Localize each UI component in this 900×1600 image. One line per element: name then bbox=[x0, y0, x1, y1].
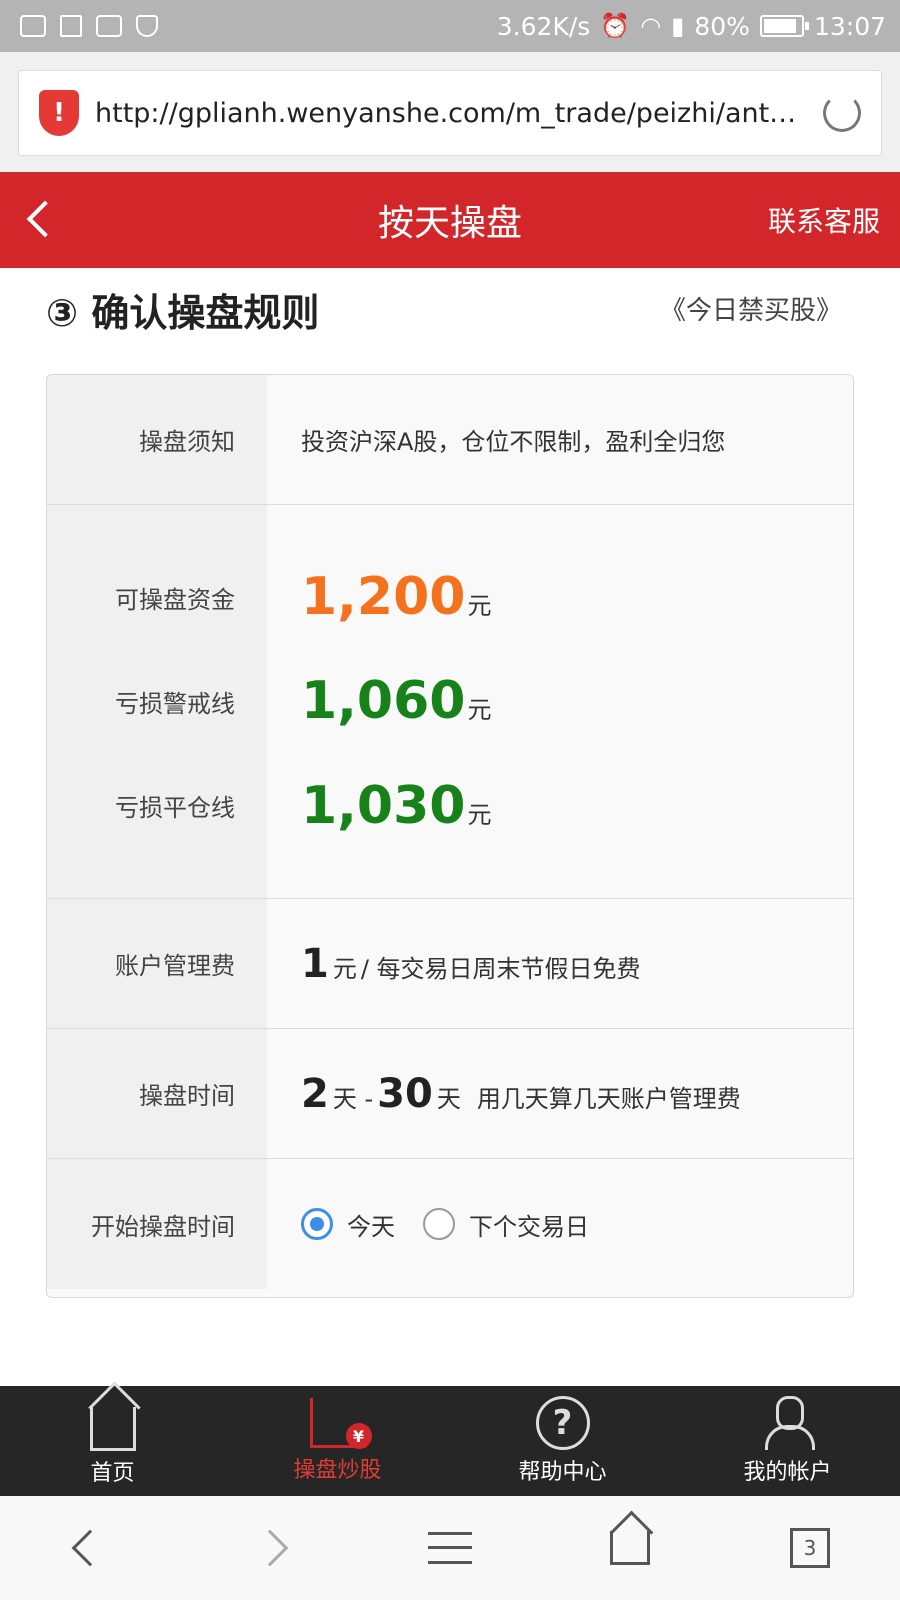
contact-service-link[interactable]: 联系客服 bbox=[768, 200, 880, 240]
help-icon: ? bbox=[535, 1396, 590, 1450]
alarm-icon: ⏰ bbox=[600, 12, 631, 40]
liquidation-line-label: 亏损平仓线 bbox=[115, 794, 235, 823]
fee-description: / 每交易日周末节假日免费 bbox=[360, 954, 641, 983]
back-button[interactable] bbox=[60, 1518, 120, 1578]
chevron-left-icon bbox=[71, 1529, 109, 1567]
browser-nav-bar: 3 bbox=[0, 1496, 900, 1600]
row-label: 开始操盘时间 bbox=[47, 1159, 267, 1289]
table-row: 操盘时间 2 天 - 30 天 用几天算几天账户管理费 bbox=[47, 1029, 853, 1159]
tab-count: 3 bbox=[790, 1528, 830, 1568]
trash-icon bbox=[60, 15, 82, 37]
home-icon bbox=[610, 1531, 650, 1565]
warning-line-value: 1,060 bbox=[301, 671, 466, 732]
shield-icon bbox=[136, 15, 158, 37]
table-row: 可操盘资金 亏损警戒线 亏损平仓线 1,200 元 1,060 元 1,030 … bbox=[47, 505, 853, 899]
row-value: 今天 下个交易日 bbox=[267, 1159, 853, 1289]
bottom-tab-bar: 首页 操盘炒股 ? 帮助中心 我的帐户 bbox=[0, 1386, 900, 1496]
warning-line-label: 亏损警戒线 bbox=[115, 689, 235, 718]
unit-label: 元 bbox=[467, 592, 492, 621]
reload-icon[interactable] bbox=[823, 94, 861, 132]
notification-icons bbox=[20, 15, 158, 37]
battery-percent: 80% bbox=[694, 11, 750, 41]
banned-stocks-link[interactable]: 《今日禁买股》 bbox=[660, 290, 842, 327]
user-icon bbox=[763, 1396, 815, 1450]
status-bar: 3.62K/s ⏰ ◠ ▮ 80% 13:07 bbox=[0, 0, 900, 52]
period-max: 30 bbox=[377, 1070, 433, 1117]
funds-label: 可操盘资金 bbox=[115, 585, 235, 614]
home-button[interactable] bbox=[600, 1518, 660, 1578]
forward-button[interactable] bbox=[240, 1518, 300, 1578]
radio-next-trading-day[interactable] bbox=[423, 1208, 455, 1240]
image-icon bbox=[96, 15, 122, 37]
menu-button[interactable] bbox=[420, 1518, 480, 1578]
liquidation-line-value: 1,030 bbox=[301, 775, 466, 836]
menu-icon bbox=[428, 1532, 472, 1564]
radio-today-label[interactable]: 今天 bbox=[347, 1207, 395, 1242]
page-title: 按天操盘 bbox=[377, 203, 522, 244]
fee-value: 1 bbox=[301, 940, 329, 987]
wifi-icon: ◠ bbox=[640, 12, 662, 40]
period-separator: 天 - bbox=[332, 1084, 374, 1113]
tab-account[interactable]: 我的帐户 bbox=[675, 1386, 900, 1496]
period-unit: 天 bbox=[436, 1084, 461, 1113]
security-warning-icon[interactable]: ! bbox=[39, 90, 79, 136]
row-value: 投资沪深A股，仓位不限制，盈利全归您 bbox=[267, 375, 853, 504]
row-values: 1,200 元 1,060 元 1,030 元 bbox=[267, 505, 853, 898]
liquidation-value-line: 1,030 元 bbox=[301, 776, 853, 836]
tab-label: 帮助中心 bbox=[518, 1460, 607, 1485]
tab-label: 首页 bbox=[90, 1461, 135, 1486]
row-value: 2 天 - 30 天 用几天算几天账户管理费 bbox=[267, 1029, 853, 1158]
tab-label: 我的帐户 bbox=[743, 1460, 832, 1485]
trade-chart-icon bbox=[309, 1398, 372, 1449]
start-time-options: 今天 下个交易日 bbox=[301, 1207, 853, 1242]
back-arrow-icon[interactable] bbox=[22, 200, 58, 240]
table-row: 操盘须知 投资沪深A股，仓位不限制，盈利全归您 bbox=[47, 375, 853, 505]
table-row: 开始操盘时间 今天 下个交易日 bbox=[47, 1159, 853, 1289]
signal-icon: ▮ bbox=[671, 12, 685, 40]
system-indicators: 3.62K/s ⏰ ◠ ▮ 80% 13:07 bbox=[497, 12, 886, 41]
battery-icon bbox=[759, 15, 809, 37]
period-min: 2 bbox=[301, 1070, 329, 1117]
row-label: 操盘时间 bbox=[47, 1029, 267, 1158]
network-speed: 3.62K/s bbox=[496, 11, 591, 41]
row-value: 1 元 / 每交易日周末节假日免费 bbox=[267, 899, 853, 1028]
tabs-button[interactable]: 3 bbox=[780, 1518, 840, 1578]
row-label: 账户管理费 bbox=[47, 899, 267, 1028]
url-text[interactable]: http://gplianh.wenyanshe.com/m_trade/pei… bbox=[95, 98, 807, 129]
chevron-right-icon bbox=[251, 1529, 289, 1567]
home-icon bbox=[89, 1407, 136, 1451]
page-header: 按天操盘 联系客服 bbox=[0, 172, 900, 268]
tab-help[interactable]: ? 帮助中心 bbox=[450, 1386, 675, 1496]
tab-home[interactable]: 首页 bbox=[0, 1386, 225, 1496]
radio-today[interactable] bbox=[301, 1208, 333, 1240]
rules-table: 操盘须知 投资沪深A股，仓位不限制，盈利全归您 可操盘资金 亏损警戒线 亏损平仓… bbox=[46, 374, 854, 1298]
period-description: 用几天算几天账户管理费 bbox=[476, 1084, 741, 1113]
address-bar[interactable]: ! http://gplianh.wenyanshe.com/m_trade/p… bbox=[18, 70, 882, 156]
table-row: 账户管理费 1 元 / 每交易日周末节假日免费 bbox=[47, 899, 853, 1029]
browser-toolbar: ! http://gplianh.wenyanshe.com/m_trade/p… bbox=[0, 52, 900, 172]
warning-value-line: 1,060 元 bbox=[301, 671, 853, 731]
unit-label: 元 bbox=[332, 954, 357, 983]
radio-next-trading-day-label[interactable]: 下个交易日 bbox=[469, 1207, 589, 1242]
row-label: 操盘须知 bbox=[47, 375, 267, 504]
tab-trade[interactable]: 操盘炒股 bbox=[225, 1386, 450, 1496]
unit-label: 元 bbox=[467, 696, 492, 725]
section-title: ③ 确认操盘规则 bbox=[46, 291, 320, 335]
funds-value-line: 1,200 元 bbox=[301, 567, 853, 627]
funds-value: 1,200 bbox=[301, 567, 466, 628]
clock: 13:07 bbox=[813, 11, 886, 41]
message-icon bbox=[20, 15, 46, 37]
tab-label: 操盘炒股 bbox=[293, 1458, 382, 1483]
unit-label: 元 bbox=[467, 800, 492, 829]
row-labels: 可操盘资金 亏损警戒线 亏损平仓线 bbox=[47, 505, 267, 898]
